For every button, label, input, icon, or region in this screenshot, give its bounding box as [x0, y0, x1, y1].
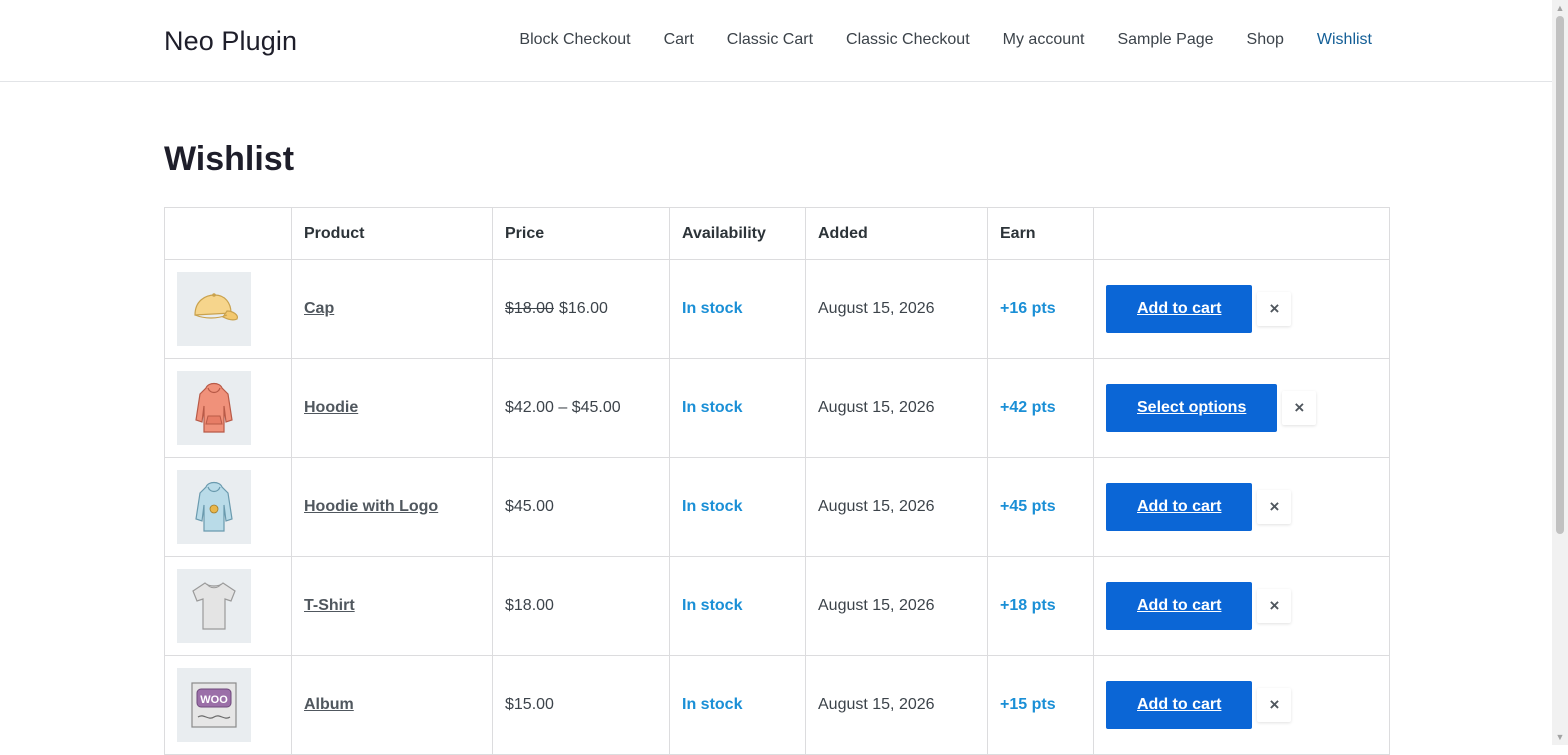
added-date: August 15, 2026: [818, 399, 935, 416]
stock-status: In stock: [682, 498, 743, 515]
scroll-up-arrow-icon[interactable]: ▲: [1555, 3, 1565, 13]
tshirt-icon[interactable]: [177, 569, 251, 643]
added-date: August 15, 2026: [818, 597, 935, 614]
hoodie-with-logo-icon[interactable]: [177, 470, 251, 544]
stock-status: In stock: [682, 597, 743, 614]
add-to-cart-button[interactable]: Add to cart: [1106, 285, 1253, 333]
price-cell: $18.00: [492, 556, 670, 656]
price-cell: $18.00 $16.00: [492, 259, 670, 359]
wishlist-table: Product Price Availability Added Earn Ca…: [164, 207, 1390, 755]
product-link[interactable]: Album: [304, 696, 354, 713]
header-thumbnail: [164, 207, 292, 260]
price: $18.00: [505, 597, 554, 614]
vertical-scrollbar[interactable]: ▲ ▼: [1552, 0, 1568, 745]
added-date: August 15, 2026: [818, 696, 935, 713]
stock-status: In stock: [682, 696, 743, 713]
earn-points: +18 pts: [1000, 597, 1056, 614]
earn-points: +16 pts: [1000, 300, 1056, 317]
table-row: Cap $18.00 $16.00 In stock August 15, 202…: [164, 259, 1390, 359]
nav-item-block-checkout[interactable]: Block Checkout: [519, 31, 630, 49]
price: $42.00 – $45.00: [505, 399, 621, 416]
page-title: Wishlist: [164, 140, 295, 178]
table-row: WOO Album $15.00 In stock August 15, 202…: [164, 655, 1390, 755]
remove-icon[interactable]: ×: [1257, 589, 1292, 623]
remove-icon[interactable]: ×: [1257, 490, 1292, 524]
header-earn: Earn: [987, 207, 1094, 260]
earn-points: +15 pts: [1000, 696, 1056, 713]
thumbnail-cell: [164, 556, 292, 656]
row-actions: Select options ×: [1106, 384, 1377, 432]
scroll-down-arrow-icon[interactable]: ▼: [1555, 732, 1565, 742]
hoodie-icon[interactable]: [177, 371, 251, 445]
row-actions: Add to cart ×: [1106, 582, 1377, 630]
remove-icon[interactable]: ×: [1257, 292, 1292, 326]
old-price: $18.00: [505, 300, 554, 317]
thumbnail-cell: WOO: [164, 655, 292, 755]
price-cell: $45.00: [492, 457, 670, 557]
remove-icon[interactable]: ×: [1257, 688, 1292, 722]
nav-item-classic-cart[interactable]: Classic Cart: [727, 31, 813, 49]
header-price: Price: [492, 207, 670, 260]
row-actions: Add to cart ×: [1106, 681, 1377, 729]
table-row: T-Shirt $18.00 In stock August 15, 2026 …: [164, 556, 1390, 656]
stock-status: In stock: [682, 300, 743, 317]
nav-item-wishlist[interactable]: Wishlist: [1317, 31, 1372, 49]
main-nav: Block Checkout Cart Classic Cart Classic…: [486, 31, 1372, 49]
row-actions: Add to cart ×: [1106, 483, 1377, 531]
nav-item-sample-page[interactable]: Sample Page: [1117, 31, 1213, 49]
svg-text:WOO: WOO: [200, 694, 228, 706]
header-availability: Availability: [669, 207, 806, 260]
thumbnail-cell: [164, 457, 292, 557]
header-actions: [1093, 207, 1390, 260]
price-cell: $42.00 – $45.00: [492, 358, 670, 458]
earn-points: +45 pts: [1000, 498, 1056, 515]
table-header-row: Product Price Availability Added Earn: [164, 207, 1390, 260]
nav-item-shop[interactable]: Shop: [1247, 31, 1284, 49]
select-options-button[interactable]: Select options: [1106, 384, 1278, 432]
header-added: Added: [805, 207, 988, 260]
site-title[interactable]: Neo Plugin: [164, 26, 297, 57]
nav-item-cart[interactable]: Cart: [664, 31, 694, 49]
row-actions: Add to cart ×: [1106, 285, 1377, 333]
add-to-cart-button[interactable]: Add to cart: [1106, 582, 1253, 630]
nav-item-classic-checkout[interactable]: Classic Checkout: [846, 31, 970, 49]
price: $16.00: [558, 300, 608, 317]
product-link[interactable]: Hoodie with Logo: [304, 498, 438, 515]
product-link[interactable]: Hoodie: [304, 399, 358, 416]
price: $15.00: [505, 696, 554, 713]
thumbnail-cell: [164, 358, 292, 458]
earn-points: +42 pts: [1000, 399, 1056, 416]
scrollbar-thumb[interactable]: [1556, 16, 1564, 534]
product-link[interactable]: Cap: [304, 300, 334, 317]
added-date: August 15, 2026: [818, 300, 935, 317]
nav-item-my-account[interactable]: My account: [1003, 31, 1085, 49]
album-icon[interactable]: WOO: [177, 668, 251, 742]
remove-icon[interactable]: ×: [1282, 391, 1317, 425]
add-to-cart-button[interactable]: Add to cart: [1106, 681, 1253, 729]
cap-icon[interactable]: [177, 272, 251, 346]
site-header: Neo Plugin Block Checkout Cart Classic C…: [0, 0, 1552, 82]
table-row: Hoodie with Logo $45.00 In stock August …: [164, 457, 1390, 557]
add-to-cart-button[interactable]: Add to cart: [1106, 483, 1253, 531]
table-row: Hoodie $42.00 – $45.00 In stock August 1…: [164, 358, 1390, 458]
header-product: Product: [291, 207, 493, 260]
added-date: August 15, 2026: [818, 498, 935, 515]
price: $45.00: [505, 498, 554, 515]
price-cell: $15.00: [492, 655, 670, 755]
product-link[interactable]: T-Shirt: [304, 597, 355, 614]
thumbnail-cell: [164, 259, 292, 359]
stock-status: In stock: [682, 399, 743, 416]
